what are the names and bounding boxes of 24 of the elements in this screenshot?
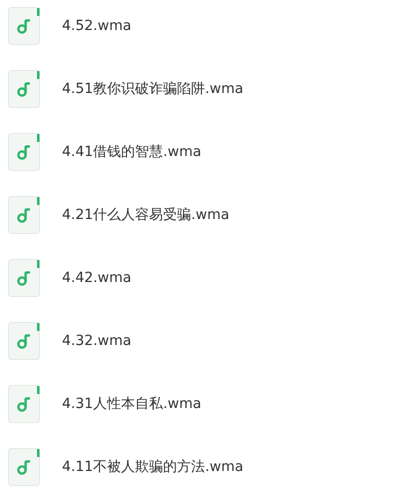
music-file-icon xyxy=(8,133,40,171)
file-item[interactable]: 4.42.wma xyxy=(8,252,418,315)
file-item[interactable]: 4.11不被人欺骗的方法.wma xyxy=(8,441,418,486)
music-file-icon xyxy=(8,385,40,423)
file-name: 4.42.wma xyxy=(62,270,132,286)
music-file-icon xyxy=(8,322,40,360)
file-name: 4.32.wma xyxy=(62,333,132,349)
file-name: 4.21什么人容易受骗.wma xyxy=(62,206,230,224)
music-file-icon xyxy=(8,70,40,108)
file-name: 4.11不被人欺骗的方法.wma xyxy=(62,458,244,476)
file-item[interactable]: 4.51教你识破诈骗陷阱.wma xyxy=(8,63,418,126)
file-item[interactable]: 4.52.wma xyxy=(8,0,418,63)
file-item[interactable]: 4.31人性本自私.wma xyxy=(8,378,418,441)
file-item[interactable]: 4.41借钱的智慧.wma xyxy=(8,126,418,189)
music-file-icon xyxy=(8,7,40,45)
file-name: 4.51教你识破诈骗陷阱.wma xyxy=(62,80,244,98)
music-file-icon xyxy=(8,259,40,297)
music-file-icon xyxy=(8,448,40,486)
music-file-icon xyxy=(8,196,40,234)
file-item[interactable]: 4.32.wma xyxy=(8,315,418,378)
file-name: 4.41借钱的智慧.wma xyxy=(62,143,202,161)
file-item[interactable]: 4.21什么人容易受骗.wma xyxy=(8,189,418,252)
file-name: 4.31人性本自私.wma xyxy=(62,395,202,413)
file-name: 4.52.wma xyxy=(62,18,132,34)
